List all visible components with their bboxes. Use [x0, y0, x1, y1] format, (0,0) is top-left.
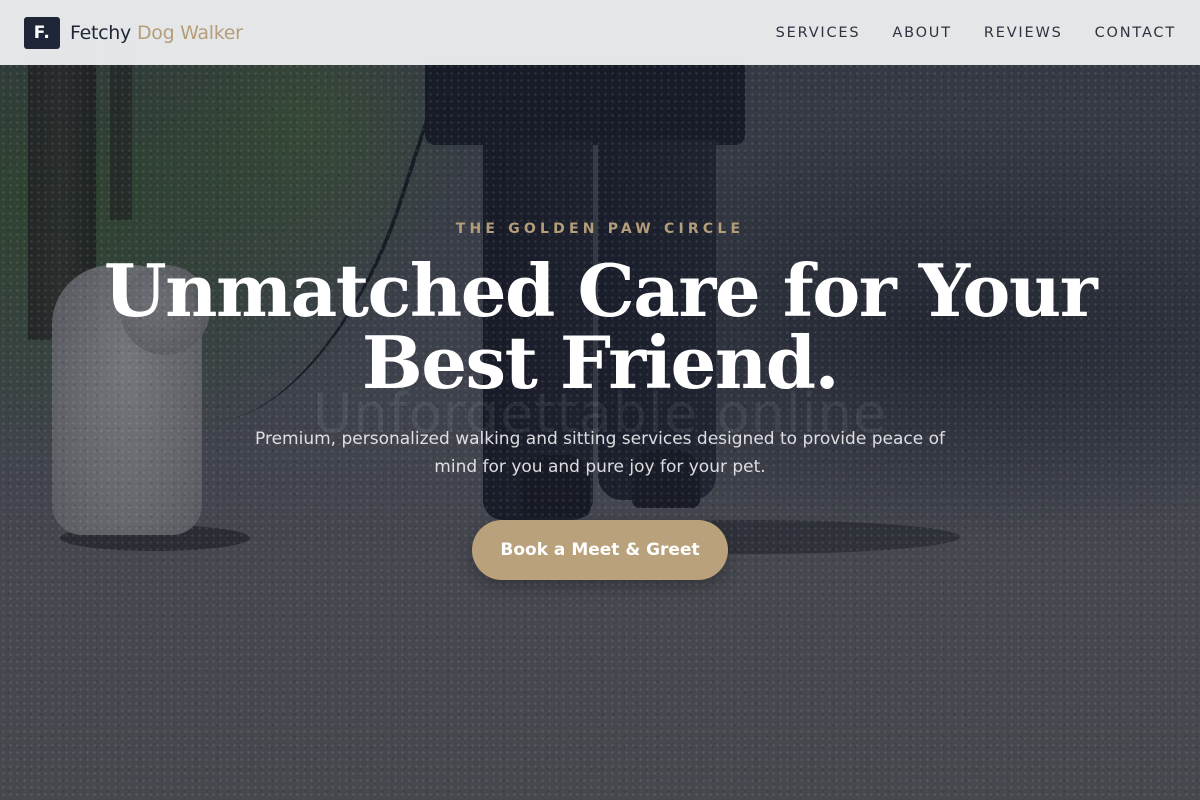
- hero-headline: Unmatched Care for Your Best Friend.: [0, 255, 1200, 399]
- hero-headline-line-1: Unmatched Care for Your: [103, 248, 1098, 333]
- nav-link-services[interactable]: SERVICES: [776, 25, 861, 41]
- nav-item-contact: CONTACT: [1095, 24, 1176, 42]
- main-nav: SERVICES ABOUT REVIEWS CONTACT: [776, 24, 1176, 42]
- nav-item-services: SERVICES: [776, 24, 861, 42]
- nav-link-about[interactable]: ABOUT: [892, 25, 952, 41]
- nav-link-reviews[interactable]: REVIEWS: [984, 25, 1063, 41]
- hero-subtext: Premium, personalized walking and sittin…: [255, 429, 945, 477]
- brand-name-primary: Fetchy: [70, 21, 131, 44]
- nav-item-reviews: REVIEWS: [984, 24, 1063, 42]
- logo-mark-icon: F.: [24, 16, 60, 49]
- brand-name-accent: Dog Walker: [136, 21, 243, 44]
- nav-link-contact[interactable]: CONTACT: [1095, 25, 1176, 41]
- nav-list: SERVICES ABOUT REVIEWS CONTACT: [776, 24, 1176, 42]
- hero-section: THE GOLDEN PAW CIRCLE Unmatched Care for…: [0, 0, 1200, 800]
- brand-name: Fetchy Dog Walker: [70, 22, 243, 44]
- book-meet-greet-button[interactable]: Book a Meet & Greet: [472, 520, 728, 580]
- site-header: F. Fetchy Dog Walker SERVICES ABOUT REVIE…: [0, 0, 1200, 65]
- hero-eyebrow: THE GOLDEN PAW CIRCLE: [455, 221, 745, 237]
- brand-logo-link[interactable]: F. Fetchy Dog Walker: [24, 16, 243, 49]
- nav-item-about: ABOUT: [892, 24, 952, 42]
